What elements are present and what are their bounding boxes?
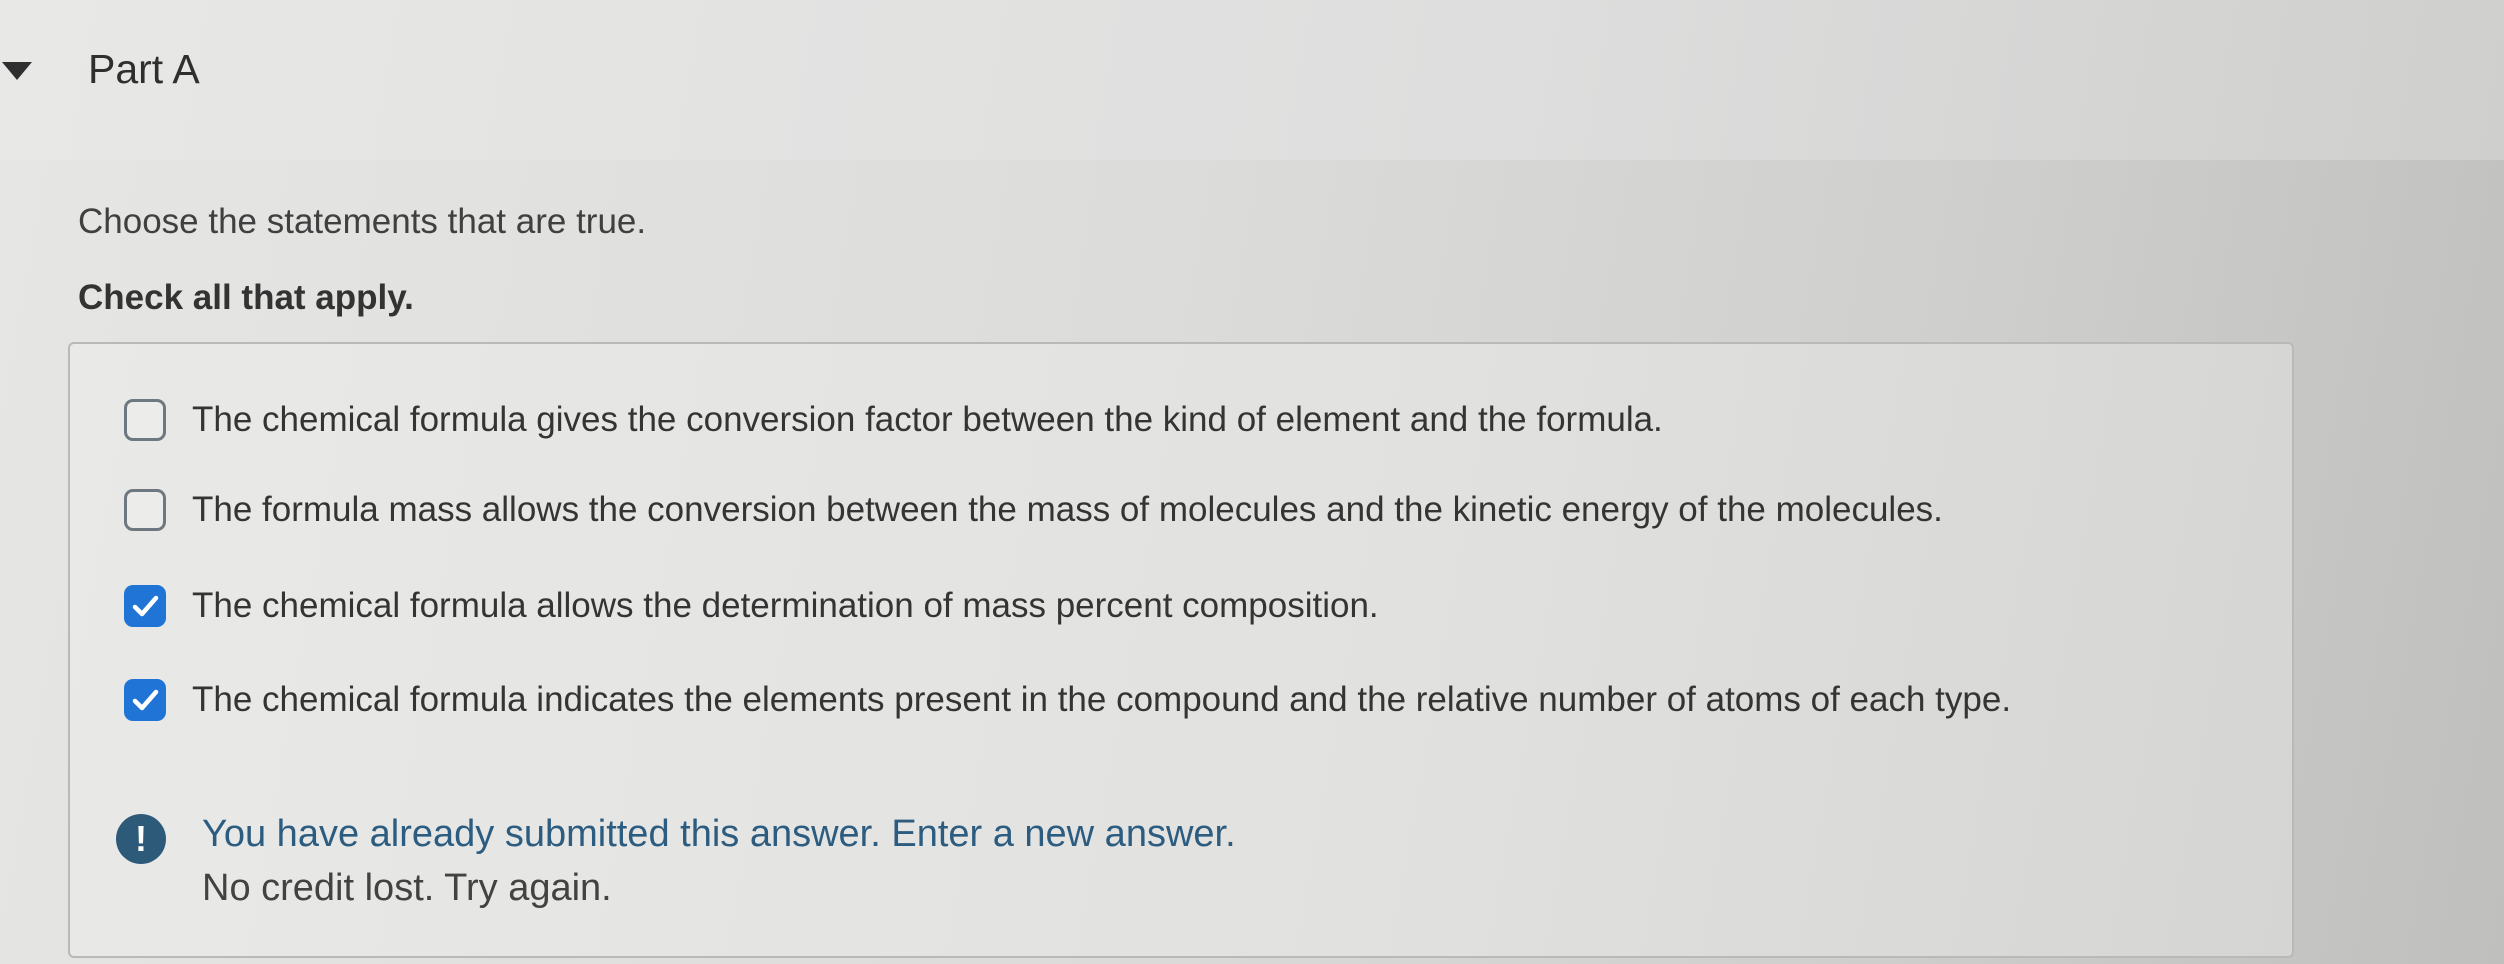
option-2[interactable]: The formula mass allows the conversion b… (124, 484, 1943, 536)
option-3[interactable]: The chemical formula allows the determin… (124, 580, 1379, 632)
checkmark-icon (132, 689, 159, 711)
checkbox-unchecked[interactable] (124, 489, 166, 531)
feedback-message: ! You have already submitted this answer… (116, 806, 1236, 914)
option-label: The chemical formula indicates the eleme… (192, 680, 2012, 719)
checkbox-unchecked[interactable] (124, 399, 166, 441)
question-instruction: Check all that apply. (78, 278, 414, 317)
option-4[interactable]: The chemical formula indicates the eleme… (124, 674, 2011, 726)
option-label: The chemical formula gives the conversio… (192, 400, 1663, 439)
part-header (0, 0, 2504, 160)
exclamation-circle-icon: ! (116, 814, 166, 864)
option-label: The chemical formula allows the determin… (192, 586, 1379, 625)
question-prompt: Choose the statements that are true. (78, 202, 647, 241)
triangle-down-icon[interactable] (0, 58, 34, 84)
checkbox-checked[interactable] (124, 585, 166, 627)
feedback-secondary-text: No credit lost. Try again. (202, 867, 612, 909)
answer-options-box: The chemical formula gives the conversio… (68, 342, 2294, 958)
part-title[interactable]: Part A (88, 44, 200, 94)
option-label: The formula mass allows the conversion b… (192, 490, 1943, 529)
checkbox-checked[interactable] (124, 679, 166, 721)
feedback-primary-text: You have already submitted this answer. … (202, 813, 1236, 855)
checkmark-icon (132, 595, 159, 617)
option-1[interactable]: The chemical formula gives the conversio… (124, 394, 1663, 446)
